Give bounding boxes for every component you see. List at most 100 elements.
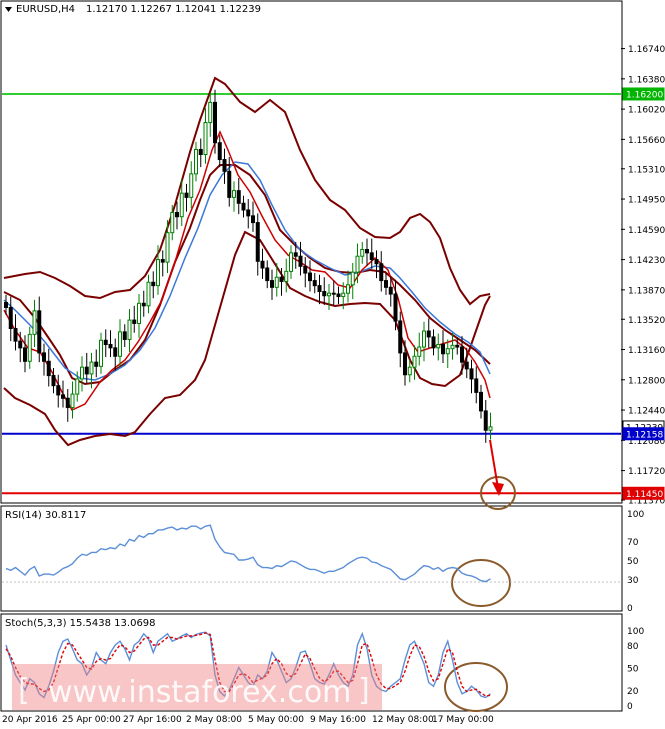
price-tag-label: 1.11450: [626, 490, 663, 500]
candle-body: [303, 265, 308, 274]
candle-body: [27, 333, 32, 362]
candle-body: [75, 378, 80, 395]
candle-body: [341, 292, 346, 298]
candle-body: [184, 192, 189, 198]
candle-body: [274, 276, 279, 288]
candle-body: [255, 222, 260, 262]
candle-body: [227, 170, 232, 198]
rsi-panel[interactable]: [0, 505, 623, 612]
price-tick-label: 1.13870: [628, 286, 665, 296]
rsi-tick-label: 100: [627, 510, 644, 520]
candle-body: [265, 267, 270, 282]
price-tick-label: 1.16740: [628, 45, 665, 55]
candle-body: [350, 271, 355, 286]
price-panel[interactable]: [0, 0, 623, 504]
ohlc-label: 1.12170 1.12267 1.12041 1.12239: [86, 4, 261, 15]
watermark-bracket-left: [: [18, 673, 30, 708]
candle-body: [360, 248, 365, 257]
candle-body: [61, 394, 65, 399]
candle-body: [479, 391, 483, 412]
candle-body: [322, 291, 327, 297]
watermark-bracket-right: ]: [358, 673, 370, 708]
candle-body: [426, 330, 431, 338]
candle-body: [455, 344, 460, 348]
time-axis-label: 17 May 00:00: [432, 715, 494, 725]
candle-body: [336, 293, 341, 298]
price-tick-label: 1.15660: [628, 136, 665, 146]
candle-body: [436, 343, 441, 349]
watermark: [ www.instaforex.com ]: [12, 664, 382, 710]
price-tick-label: 1.12440: [628, 407, 665, 417]
candle-body: [8, 306, 13, 330]
candle-body: [103, 339, 108, 345]
candle-body: [198, 148, 203, 156]
candle-body: [165, 232, 170, 263]
time-axis-label: 9 May 16:00: [310, 715, 366, 725]
price-tick-label: 1.12800: [628, 376, 665, 386]
time-axis-label: 27 Apr 16:00: [123, 715, 182, 725]
price-tick-label: 1.16380: [628, 75, 665, 85]
rsi-header: RSI(14) 30.8117: [5, 510, 86, 521]
candle-body: [213, 101, 217, 144]
candle-body: [84, 366, 89, 375]
price-tick-label: 1.16020: [628, 106, 665, 116]
candle-body: [170, 212, 175, 234]
candle-body: [393, 293, 398, 322]
candle-body: [156, 259, 160, 287]
candle-body: [298, 255, 303, 267]
candle-body: [18, 340, 23, 349]
candle-body: [312, 280, 317, 287]
candle-body: [132, 319, 137, 324]
candle-body: [146, 281, 151, 307]
price-tag-label: 1.16200: [626, 90, 663, 100]
candle-body: [160, 259, 165, 263]
candle-body: [127, 319, 132, 340]
candle-body: [483, 410, 488, 431]
candle-body: [179, 192, 184, 218]
candle-body: [203, 122, 208, 156]
candle-body: [422, 330, 426, 348]
candle-body: [346, 284, 350, 294]
candle-body: [441, 343, 445, 355]
time-axis-label: 25 Apr 00:00: [62, 715, 121, 725]
candle-body: [431, 336, 436, 349]
candle-body: [417, 346, 422, 357]
candle-body: [412, 355, 417, 368]
rsi-axis: 100 70 50 30 0: [627, 510, 644, 614]
time-axis-label: 12 May 08:00: [372, 715, 434, 725]
candle-body: [474, 378, 479, 393]
candle-body: [175, 212, 179, 218]
candle-body: [450, 344, 455, 350]
candle-body: [56, 385, 61, 396]
candle-body: [208, 101, 213, 124]
stoch-tick-label: 0: [627, 702, 633, 712]
candle-body: [70, 393, 75, 409]
candle-body: [99, 339, 103, 367]
candle-body: [488, 426, 493, 431]
rsi-tick-label: 70: [627, 538, 639, 548]
watermark-text: www.instaforex.com: [48, 675, 351, 710]
candle-body: [388, 286, 393, 295]
stoch-tick-label: 80: [627, 642, 639, 652]
candle-body: [23, 347, 27, 362]
candle-body: [122, 331, 127, 340]
candle-body: [113, 347, 118, 357]
price-tick-label: 1.14590: [628, 226, 665, 236]
time-axis-label: 20 Apr 2016: [2, 715, 58, 725]
candle-body: [403, 352, 407, 376]
candle-body: [217, 142, 222, 161]
candle-body: [270, 280, 274, 288]
candle-body: [293, 252, 298, 257]
price-tag-label: 1.12158: [626, 430, 663, 440]
rsi-tick-label: 0: [627, 604, 633, 614]
candle-body: [251, 215, 255, 224]
time-axis-label: 2 May 08:00: [186, 715, 242, 725]
stoch-tick-label: 20: [627, 687, 639, 697]
candle-body: [384, 280, 388, 288]
candle-body: [151, 281, 156, 287]
candle-body: [369, 252, 374, 261]
stoch-header: Stoch(5,3,3) 15.5438 13.0698: [5, 618, 156, 629]
candle-body: [374, 259, 379, 265]
candle-body: [89, 361, 94, 375]
candle-body: [246, 209, 251, 217]
